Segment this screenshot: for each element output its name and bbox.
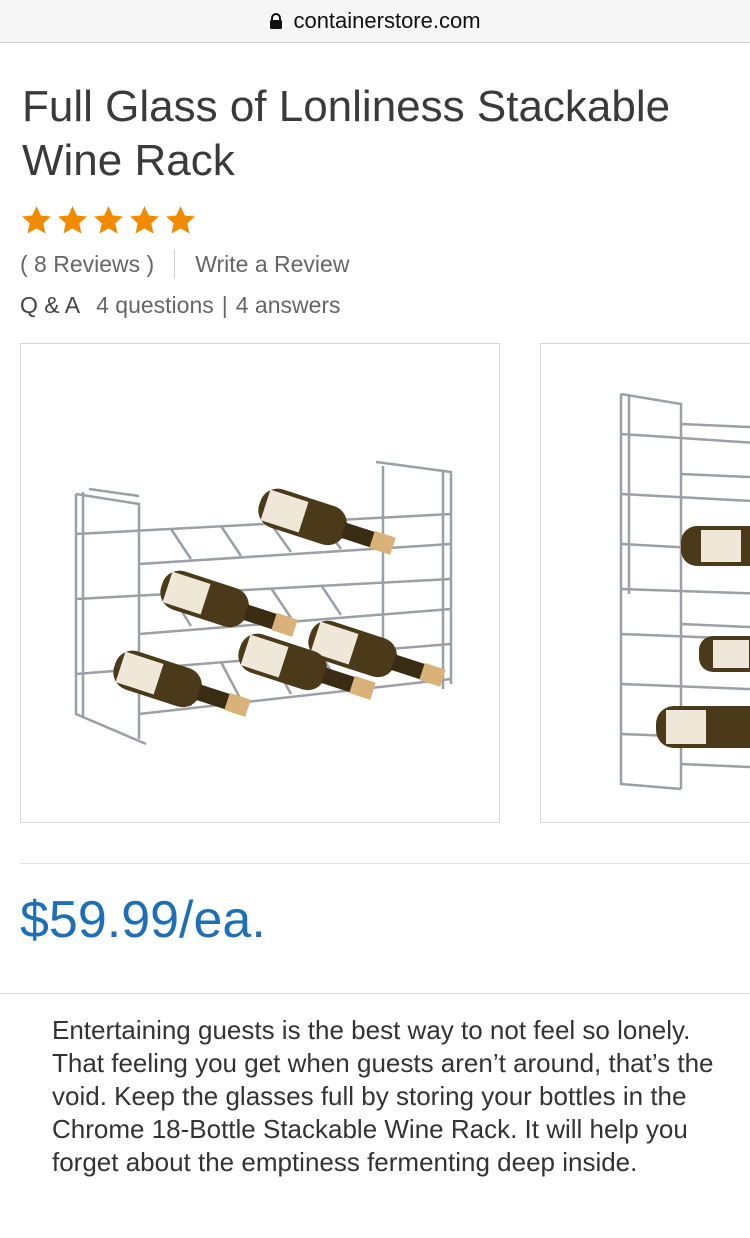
write-review-link[interactable]: Write a Review (195, 251, 349, 278)
divider (20, 863, 750, 864)
wine-rack-image (619, 392, 750, 791)
star-icon (58, 206, 87, 234)
browser-url-bar[interactable]: containerstore.com (0, 0, 750, 43)
lock-icon (270, 13, 283, 29)
star-icon (22, 206, 51, 234)
star-icon (94, 206, 123, 234)
answers-link[interactable]: 4 answers (236, 292, 341, 319)
divider (174, 250, 176, 278)
qa-row: Q & A 4 questions | 4 answers (20, 292, 341, 319)
divider (0, 993, 750, 994)
product-image-main[interactable] (20, 343, 500, 823)
star-icon (166, 206, 195, 234)
star-rating[interactable] (20, 204, 197, 237)
price: $59.99/ea. (20, 891, 266, 949)
product-title: Full Glass of Lonliness Stackable Wine R… (22, 82, 671, 185)
reviews-count-link[interactable]: ( 8 Reviews ) (20, 251, 154, 278)
qa-label: Q & A (20, 292, 81, 318)
star-icon (130, 206, 159, 234)
divider: | (221, 292, 228, 318)
wine-rack-image (74, 460, 453, 746)
url-text: containerstore.com (293, 8, 481, 33)
reviews-row: ( 8 Reviews ) Write a Review (20, 250, 349, 278)
product-image-secondary[interactable] (540, 343, 750, 823)
questions-link[interactable]: 4 questions (96, 292, 214, 319)
product-description: Entertaining guests is the best way to n… (52, 1015, 714, 1177)
